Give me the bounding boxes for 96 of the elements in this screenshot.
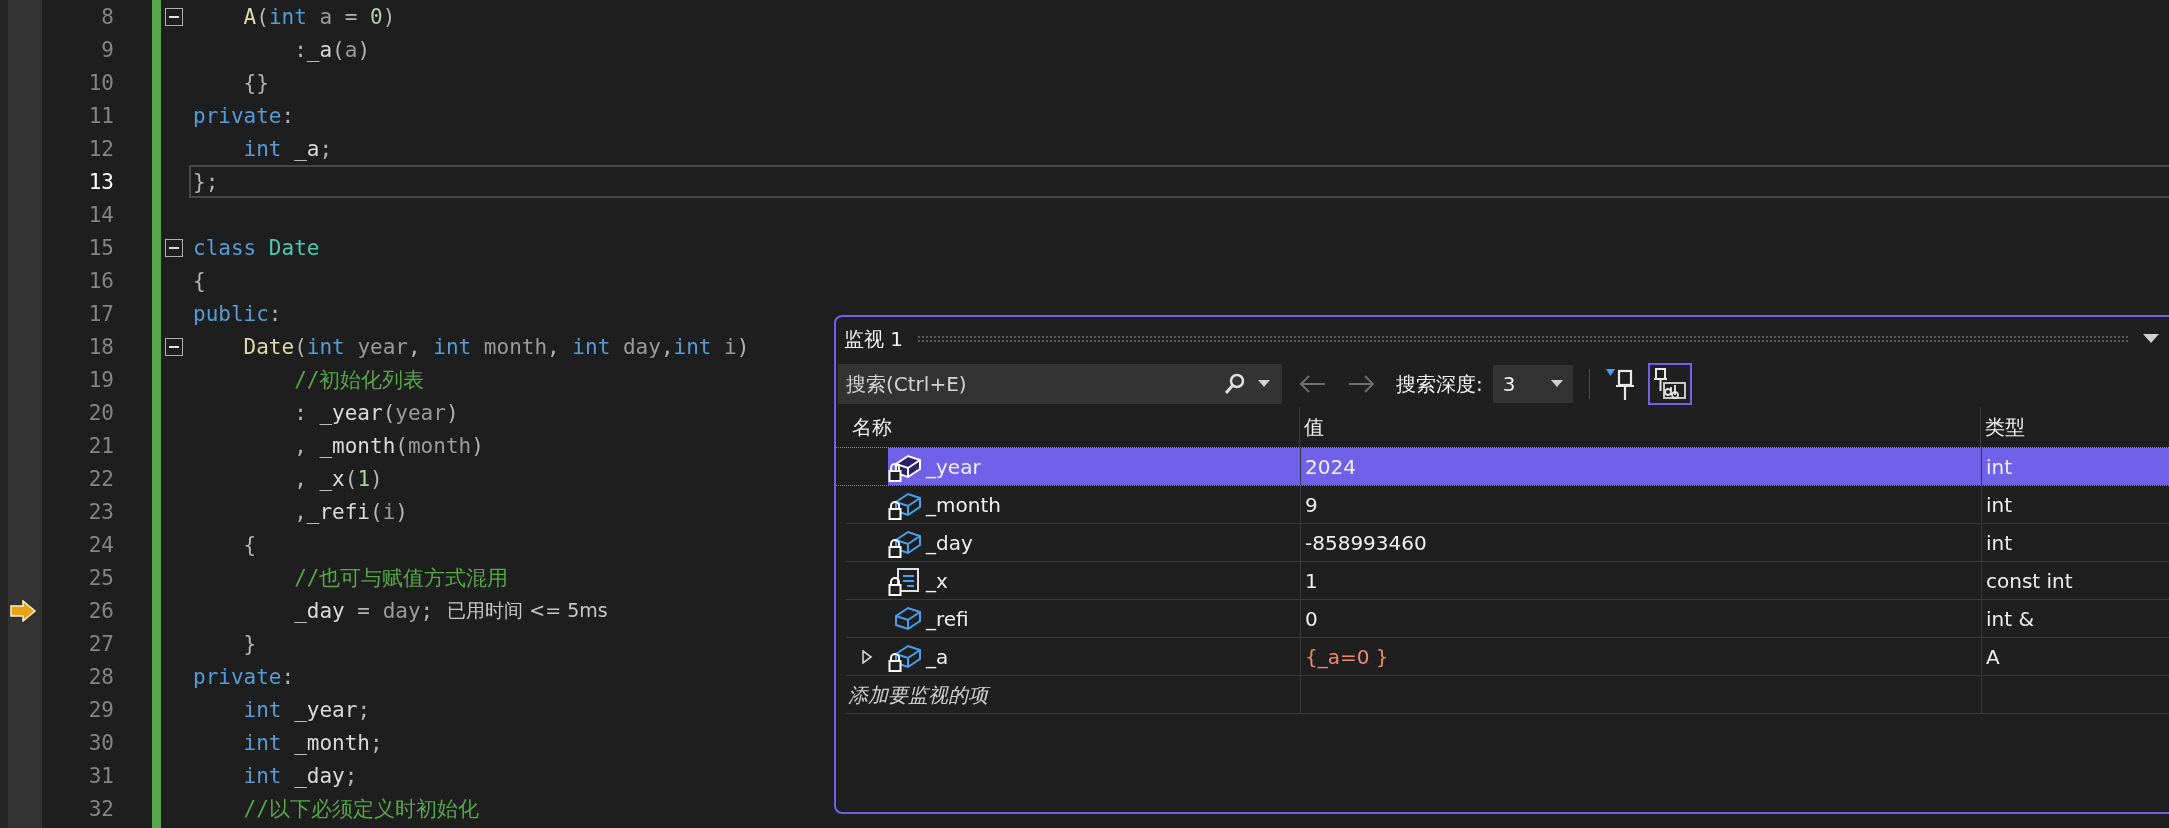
code-line: //以下必须定义时初始化 bbox=[242, 795, 479, 823]
column-header[interactable]: 值 bbox=[1304, 413, 1324, 441]
line-number: 20 bbox=[88, 400, 114, 425]
variable-name: _year bbox=[926, 454, 981, 479]
code-line: int _month; bbox=[242, 730, 383, 755]
line-number: 24 bbox=[88, 532, 114, 557]
code-line: A(int a = 0) bbox=[242, 4, 396, 29]
back-arrow-icon[interactable] bbox=[1298, 374, 1326, 394]
line-number: 31 bbox=[88, 763, 114, 788]
line-number: 22 bbox=[88, 466, 114, 491]
line-number: 27 bbox=[88, 631, 114, 656]
search-field[interactable]: 搜索(Ctrl+E) bbox=[838, 364, 1282, 404]
line-number: 17 bbox=[88, 301, 114, 326]
code-line: ,_refi(i) bbox=[293, 499, 408, 524]
code-line: class Date bbox=[193, 235, 320, 260]
collapse-icon[interactable] bbox=[165, 238, 183, 257]
line-number: 12 bbox=[88, 136, 114, 161]
line-number: 18 bbox=[88, 334, 114, 359]
variable-value: 1 bbox=[1305, 568, 1318, 593]
watch-row[interactable]: _day -858993460 int bbox=[888, 524, 2169, 561]
variable-name: _x bbox=[926, 568, 948, 593]
variable-name: _refi bbox=[926, 606, 969, 631]
line-number: 25 bbox=[88, 565, 114, 590]
variable-name: _day bbox=[926, 530, 973, 555]
caret-icon[interactable] bbox=[2143, 334, 2159, 344]
inline-hint: 已用时间 <= 5ms bbox=[447, 597, 608, 623]
code-line: //也可与赋值方式混用 bbox=[293, 564, 509, 592]
line-number: 11 bbox=[88, 103, 114, 128]
code-line: _day = day; bbox=[293, 598, 434, 623]
search-icon bbox=[1224, 373, 1246, 395]
window-title: 监视 1 bbox=[844, 325, 904, 353]
code-line: :_a(a) bbox=[293, 37, 371, 62]
code-line: } bbox=[242, 631, 257, 656]
expander-icon[interactable] bbox=[861, 649, 873, 664]
watch-row[interactable]: _a {_a=0 } A bbox=[888, 638, 2169, 675]
watch-row[interactable]: _month 9 int bbox=[888, 486, 2169, 523]
search-depth-dropdown[interactable]: 3 bbox=[1492, 365, 1573, 403]
line-number: 32 bbox=[88, 796, 114, 821]
watch-row[interactable]: _refi 0 int & bbox=[888, 600, 2169, 637]
code-line: }; bbox=[193, 169, 219, 194]
watch-row[interactable]: _year 2024 int bbox=[888, 448, 2169, 485]
collapse-icon[interactable] bbox=[165, 7, 183, 26]
watch-row[interactable]: _x 1 const int bbox=[888, 562, 2169, 599]
variable-value: 9 bbox=[1305, 492, 1318, 517]
line-number: 15 bbox=[88, 235, 114, 260]
variable-type: A bbox=[1986, 644, 2000, 669]
code-line: public: bbox=[193, 301, 282, 326]
variable-value: -858993460 bbox=[1305, 530, 1427, 555]
code-line: private: bbox=[193, 103, 295, 128]
line-number: 8 bbox=[101, 4, 114, 29]
caret-icon[interactable] bbox=[1258, 380, 1270, 388]
collapse-icon[interactable] bbox=[165, 337, 183, 356]
field-icon bbox=[888, 565, 922, 596]
code-line: {} bbox=[242, 70, 269, 95]
variable-type: int bbox=[1986, 530, 2013, 555]
code-line: int _a; bbox=[242, 136, 333, 161]
line-number: 28 bbox=[88, 664, 114, 689]
code-line: int _day; bbox=[242, 763, 358, 788]
variable-name: _month bbox=[926, 492, 1001, 517]
variable-value: 2024 bbox=[1305, 454, 1356, 479]
line-number: 13 bbox=[88, 169, 114, 194]
line-number: 16 bbox=[88, 268, 114, 293]
line-number: 14 bbox=[88, 202, 114, 227]
variable-type: int & bbox=[1986, 606, 2035, 631]
code-line: { bbox=[193, 268, 206, 293]
variable-type: int bbox=[1986, 492, 2013, 517]
code-line: , _x(1) bbox=[293, 466, 383, 491]
drag-grip[interactable] bbox=[917, 335, 2129, 343]
code-line: , _month(month) bbox=[293, 433, 484, 458]
caret-icon bbox=[1550, 380, 1563, 388]
code-line: { bbox=[242, 532, 257, 557]
line-number: 23 bbox=[88, 499, 114, 524]
add-watch-field[interactable]: 添加要监视的项 bbox=[846, 681, 1150, 708]
line-number: 29 bbox=[88, 697, 114, 722]
code-line: //初始化列表 bbox=[293, 366, 425, 394]
code-line: : _year(year) bbox=[293, 400, 459, 425]
line-number: 30 bbox=[88, 730, 114, 755]
line-number: 10 bbox=[88, 70, 114, 95]
column-header[interactable]: 类型 bbox=[1985, 413, 2025, 441]
column-header[interactable]: 名称 bbox=[852, 413, 892, 441]
variable-name: _a bbox=[926, 644, 949, 669]
variable-value: {_a=0 } bbox=[1305, 644, 1389, 669]
variable-type: int bbox=[1986, 454, 2013, 479]
pin-text-button[interactable] bbox=[1647, 363, 1692, 405]
line-number: 9 bbox=[101, 37, 114, 62]
code-line: Date(int year, int month, int day,int i) bbox=[242, 334, 750, 359]
variable-value: 0 bbox=[1305, 606, 1318, 631]
search-depth-label: 搜索深度: bbox=[1396, 370, 1483, 398]
pin-text-icon bbox=[1652, 367, 1687, 401]
line-number: 26 bbox=[88, 598, 114, 623]
code-line: int _year; bbox=[242, 697, 371, 722]
code-line: private: bbox=[193, 664, 295, 689]
variable-type: const int bbox=[1986, 568, 2073, 593]
line-number: 19 bbox=[88, 367, 114, 392]
forward-arrow-icon[interactable] bbox=[1348, 374, 1376, 394]
line-number: 21 bbox=[88, 433, 114, 458]
